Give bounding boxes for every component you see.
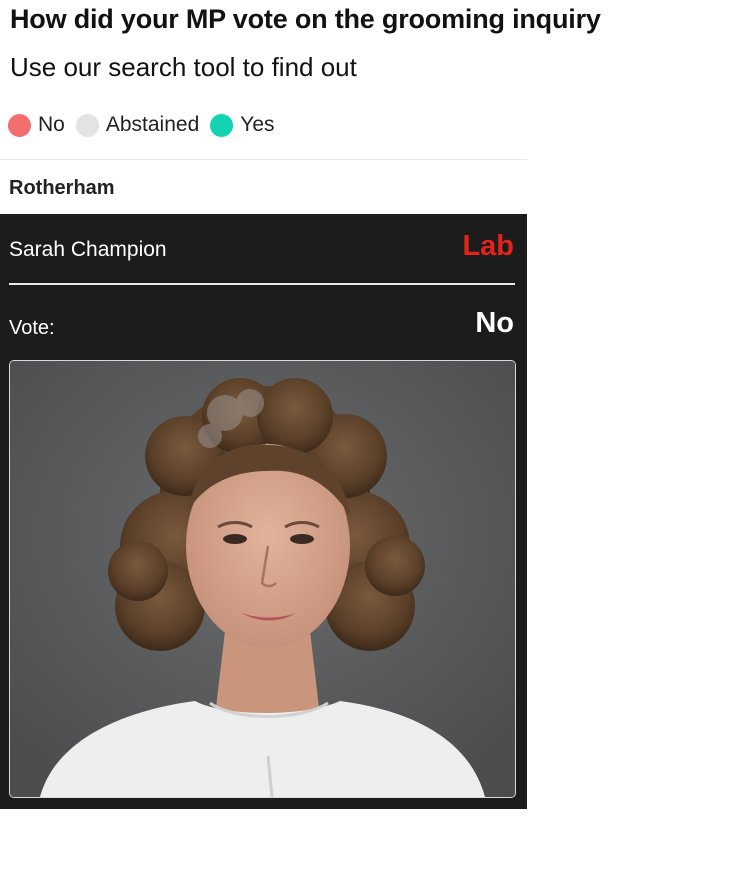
legend-item-abstained: Abstained: [75, 113, 200, 137]
legend-dot-no: [8, 113, 31, 137]
mp-result-card[interactable]: Rotherham Sarah Champion Lab Vote: No: [0, 159, 527, 809]
constituency-name: Rotherham: [9, 177, 115, 199]
page: How did your MP vote on the grooming inq…: [0, 0, 756, 872]
vote-legend: No Abstained Yes: [8, 111, 286, 139]
legend-label-yes: Yes: [240, 113, 275, 136]
divider: [9, 283, 515, 285]
legend-item-no: No: [8, 113, 65, 137]
page-subtitle: Use our search tool to find out: [10, 52, 357, 82]
mp-portrait-icon: [10, 361, 515, 797]
vote-value: No: [475, 307, 514, 339]
legend-item-yes: Yes: [210, 113, 275, 137]
constituency-header: Rotherham: [0, 159, 527, 214]
party-badge: Lab: [462, 230, 514, 262]
legend-dot-abstained: [75, 113, 99, 137]
legend-label-no: No: [38, 113, 65, 136]
mp-portrait-photo: [9, 360, 516, 798]
mp-details-panel: Sarah Champion Lab Vote: No: [0, 214, 527, 809]
legend-dot-yes: [210, 113, 234, 137]
vote-label: Vote:: [9, 317, 55, 339]
legend-label-abstained: Abstained: [105, 113, 200, 136]
page-title: How did your MP vote on the grooming inq…: [10, 4, 601, 34]
mp-name: Sarah Champion: [9, 238, 167, 261]
